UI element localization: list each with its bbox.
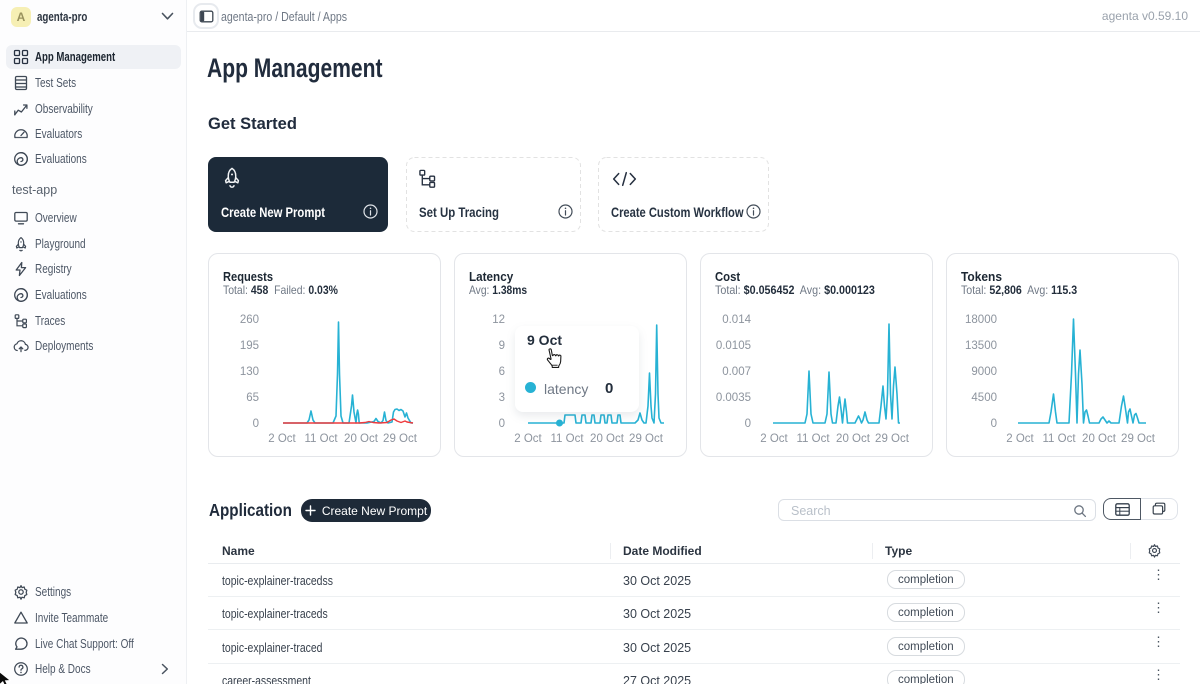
svg-text:2 Oct: 2 Oct — [268, 433, 296, 445]
svg-text:11 Oct: 11 Oct — [550, 433, 584, 445]
svg-text:3: 3 — [499, 392, 505, 404]
svg-text:0: 0 — [991, 418, 997, 430]
svg-text:0.0035: 0.0035 — [716, 392, 751, 404]
svg-text:195: 195 — [240, 340, 259, 352]
svg-text:6: 6 — [499, 366, 505, 378]
svg-text:20 Oct: 20 Oct — [344, 433, 379, 445]
svg-text:29 Oct: 29 Oct — [1121, 433, 1156, 445]
svg-text:0.014: 0.014 — [722, 314, 751, 326]
svg-text:130: 130 — [240, 366, 259, 378]
svg-text:0: 0 — [745, 418, 751, 430]
svg-text:4500: 4500 — [971, 392, 997, 404]
svg-text:11 Oct: 11 Oct — [304, 433, 338, 445]
svg-text:11 Oct: 11 Oct — [796, 433, 830, 445]
svg-text:9: 9 — [499, 340, 505, 352]
svg-text:29 Oct: 29 Oct — [629, 433, 664, 445]
svg-text:29 Oct: 29 Oct — [875, 433, 910, 445]
svg-text:18000: 18000 — [965, 314, 997, 326]
svg-text:65: 65 — [246, 392, 259, 404]
svg-text:20 Oct: 20 Oct — [836, 433, 871, 445]
svg-text:0.0105: 0.0105 — [716, 340, 751, 352]
svg-text:0: 0 — [253, 418, 259, 430]
svg-text:260: 260 — [240, 314, 259, 326]
svg-text:2 Oct: 2 Oct — [760, 433, 788, 445]
svg-text:0: 0 — [499, 418, 505, 430]
svg-text:20 Oct: 20 Oct — [590, 433, 625, 445]
svg-text:2 Oct: 2 Oct — [514, 433, 542, 445]
svg-text:13500: 13500 — [965, 340, 997, 352]
svg-text:29 Oct: 29 Oct — [383, 433, 418, 445]
svg-text:12: 12 — [492, 314, 505, 326]
svg-text:20 Oct: 20 Oct — [1082, 433, 1117, 445]
svg-text:0.007: 0.007 — [722, 366, 751, 378]
svg-text:11 Oct: 11 Oct — [1042, 433, 1076, 445]
svg-text:9000: 9000 — [971, 366, 997, 378]
svg-text:2 Oct: 2 Oct — [1006, 433, 1034, 445]
